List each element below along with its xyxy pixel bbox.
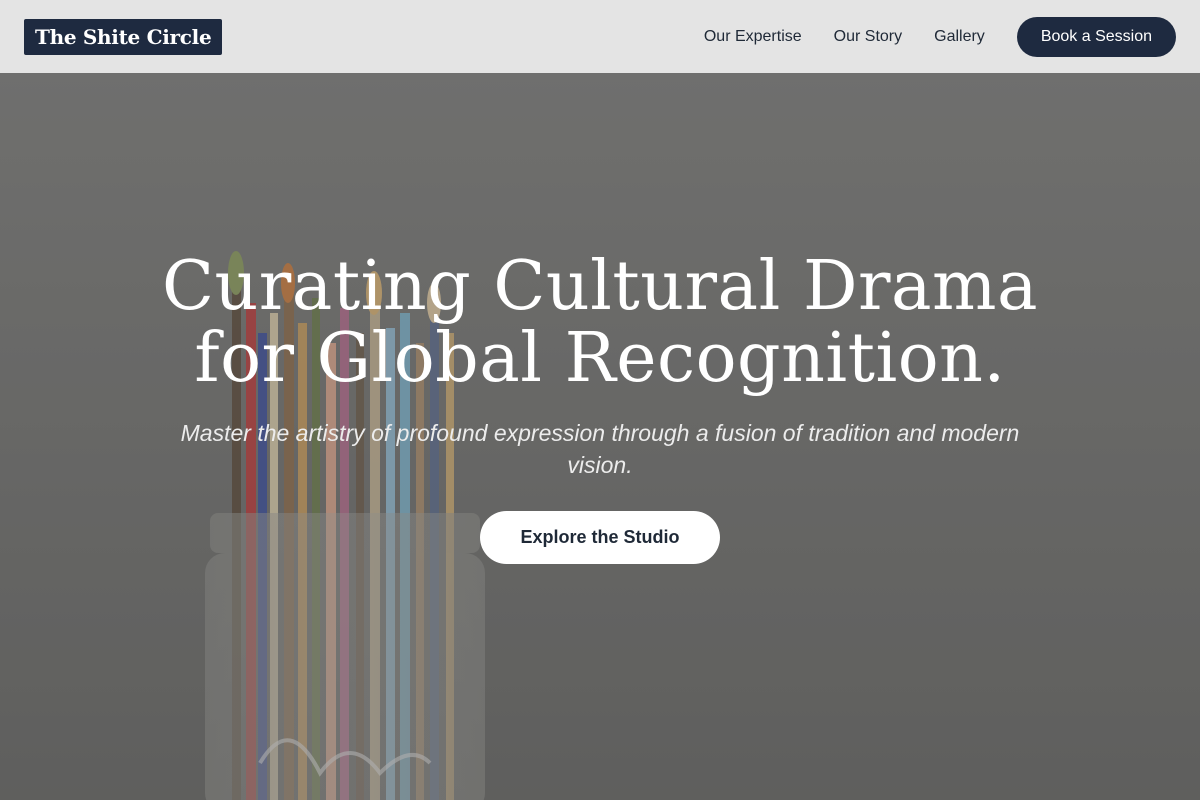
main-nav: Our Expertise Our Story Gallery Book a S… [672, 16, 1176, 57]
book-session-button[interactable]: Book a Session [1016, 16, 1176, 57]
hero-title: Curating Cultural Drama for Global Recog… [0, 251, 1200, 395]
site-logo[interactable]: The Shite Circle [24, 18, 223, 55]
explore-studio-button[interactable]: Explore the Studio [480, 511, 720, 564]
nav-link-gallery[interactable]: Gallery [934, 28, 985, 46]
hero-subtitle: Master the artistry of profound expressi… [180, 420, 1020, 478]
nav-link-our-expertise[interactable]: Our Expertise [704, 28, 802, 46]
hero-content: Curating Cultural Drama for Global Recog… [0, 73, 1200, 564]
top-navigation-bar: The Shite Circle Our Expertise Our Story… [0, 0, 1200, 73]
hero-title-line-1: Curating Cultural Drama [161, 247, 1039, 326]
hero-title-line-2: for Global Recognition. [194, 319, 1006, 398]
hero-section: Curating Cultural Drama for Global Recog… [0, 73, 1200, 800]
nav-link-our-story[interactable]: Our Story [834, 28, 902, 46]
